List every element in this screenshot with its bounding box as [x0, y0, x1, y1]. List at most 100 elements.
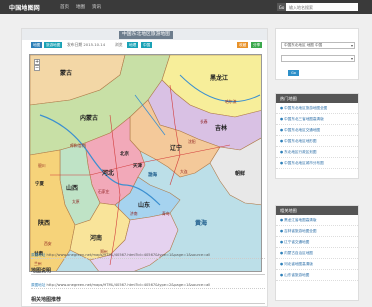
search-button-label: Go: [278, 4, 285, 10]
top-nav: 中国地图网 首页 地图 资讯 Go: [0, 0, 372, 14]
sidebar-link-label: 河北省地图高清版: [284, 262, 313, 266]
zoom-out-button[interactable]: −: [34, 65, 40, 71]
map-label-changchun: 长春: [200, 119, 208, 124]
bullet-icon: ●: [280, 262, 284, 266]
map-label-korea: 朝鲜: [235, 170, 245, 177]
site-logo[interactable]: 中国地图网: [9, 3, 40, 12]
section-heading-description: 地图说明: [31, 267, 265, 275]
map-label-yellow-sea: 黄海: [195, 219, 207, 227]
map-label-hebei: 河北: [102, 169, 114, 177]
sidebar-link-label: 中国东北地区城市分布图: [284, 161, 324, 165]
map-label-bohai: 渤海: [148, 171, 157, 178]
sidebar-link[interactable]: ●辽宁省交通地图: [276, 237, 358, 248]
bullet-icon: ●: [280, 161, 284, 165]
sidebar-link-label: 中国东北三省地图高清版: [284, 117, 324, 121]
share-button[interactable]: 分享: [251, 42, 263, 48]
search-input[interactable]: [286, 3, 358, 11]
sidebar-link[interactable]: ●中国东北地区地形图: [276, 136, 358, 147]
favorite-button[interactable]: 收藏: [237, 42, 249, 48]
sidebar-link[interactable]: ●中国东北地区交通地图: [276, 125, 358, 136]
map-label-henan: 河南: [90, 234, 102, 242]
map-label-shanxi: 山西: [66, 184, 78, 192]
map-label-inner-mongolia: 内蒙古: [80, 114, 98, 122]
map-label-shaanxi: 陕西: [38, 219, 50, 227]
map-label-harbin: 哈尔滨: [225, 99, 237, 104]
search-bar: Go: [277, 3, 358, 11]
sidebar-box-title: 热门地图: [276, 94, 358, 103]
map-label-shijiazhuang: 石家庄: [98, 189, 110, 194]
category-select[interactable]: 中国东北地区 地图 中国: [281, 42, 355, 49]
bullet-icon: ●: [280, 251, 284, 255]
tag-travel-map[interactable]: 旅游地图: [44, 42, 63, 48]
map-label-liaoning: 辽宁: [170, 144, 182, 152]
sidebar-link-label: 中国东北地区旅游地图全图: [284, 106, 328, 110]
sidebar-link-label: 辽宁省交通地图: [284, 240, 310, 244]
article-meta: 地图 旅游地图 发布日期 2015.10.14 浏览 地理 中国 收藏 分享: [31, 42, 263, 50]
sidebar-link-label: 中国东北地区地形图: [284, 139, 317, 143]
bullet-icon: ●: [280, 240, 284, 244]
map-label-yinchuan: 银川: [38, 163, 46, 168]
bullet-icon: ●: [280, 218, 284, 222]
nav-link-news[interactable]: 资讯: [92, 4, 101, 10]
nav-link-home[interactable]: 首页: [60, 4, 69, 10]
map-label-shandong: 山东: [138, 201, 150, 209]
bullet-icon: ●: [280, 229, 284, 233]
sidebar-link-label: 中国东北地区交通地图: [284, 128, 321, 132]
tag-map[interactable]: 地图: [31, 42, 43, 48]
sidebar-link-label: 黑龙江省地图高清版: [284, 218, 317, 222]
map-label-ningxia: 宁夏: [35, 180, 44, 187]
sidebar-link[interactable]: ●中国东北地区旅游地图全图: [276, 103, 358, 114]
sidebar-link[interactable]: ●河北省地图高清版: [276, 259, 358, 270]
map-label-mongolia: 蒙古: [60, 69, 72, 77]
bullet-icon: ●: [280, 106, 284, 110]
sidebar-link-label: 吉林省旅游地图全图: [284, 229, 317, 233]
sidebar-filter: 中国东北地区 地图 中国 Go: [275, 28, 359, 80]
map-image[interactable]: 黑龙江 吉林 辽宁 内蒙古 河北 北京 天津 山东 山西 河南 陕西 宁夏 甘肃…: [29, 54, 262, 272]
map-label-lanzhou: 兰州: [34, 261, 42, 266]
sidebar-link[interactable]: ●黑龙江省地图高清版: [276, 215, 358, 226]
sidebar-link[interactable]: ●东北地区行政区划图: [276, 147, 358, 158]
sidebar-link[interactable]: ●内蒙古自治区地图: [276, 248, 358, 259]
bullet-icon: ●: [280, 139, 284, 143]
map-label-hohhot: 呼和浩特: [70, 143, 85, 148]
title-strip: 中国东北地区旅游地图: [22, 29, 267, 40]
sidebar-link[interactable]: ●中国东北三省地图高清版: [276, 114, 358, 125]
sidebar-link[interactable]: ●吉林省旅游地图全图: [276, 226, 358, 237]
nav-link-maps[interactable]: 地图: [76, 4, 85, 10]
search-button[interactable]: Go: [277, 3, 286, 11]
tag-geography[interactable]: 地理: [127, 42, 139, 48]
sidebar-link-label: 内蒙古自治区地图: [284, 251, 313, 255]
go-button[interactable]: Go: [288, 70, 299, 76]
map-label-jinan: 济南: [130, 211, 138, 216]
sidebar-box-related: 相关地图 ●黑龙江省地图高清版 ●吉林省旅游地图全图 ●辽宁省交通地图 ●内蒙古…: [275, 205, 359, 301]
sidebar-link-label: 东北地区行政区划图: [284, 150, 317, 154]
region-select[interactable]: [281, 55, 355, 62]
map-label-tianjin: 天津: [133, 162, 142, 169]
map-label-shenyang: 沈阳: [188, 139, 196, 144]
map-label-jilin: 吉林: [215, 124, 227, 132]
bullet-icon: ●: [280, 273, 284, 277]
map-label-xian: 西安: [44, 241, 52, 246]
sidebar-link-label: 山东省旅游地图: [284, 273, 310, 277]
page-title: 中国东北地区旅游地图: [119, 31, 173, 39]
sidebar-link[interactable]: ●山东省旅游地图: [276, 270, 358, 281]
map-label-heilongjiang: 黑龙江: [210, 74, 228, 82]
publish-date: 发布日期 2015.10.14: [67, 42, 106, 47]
map-label-dalian: 大连: [180, 169, 188, 174]
source-link-prefix: 原图地址: [31, 253, 46, 257]
bullet-icon: ●: [280, 117, 284, 121]
article-panel: 中国东北地区旅游地图 地图 旅游地图 发布日期 2015.10.14 浏览 地理…: [21, 28, 268, 307]
map-svg: 黑龙江 吉林 辽宁 内蒙古 河北 北京 天津 山东 山西 河南 陕西 宁夏 甘肃…: [30, 55, 261, 271]
source-link-1[interactable]: 原图地址 http://www.onegreen.net/maps/HTML/4…: [31, 252, 265, 259]
source-link-url: http://www.onegreen.net/maps/HTML/40567.…: [46, 283, 211, 287]
bullet-icon: ●: [280, 128, 284, 132]
map-label-beijing: 北京: [120, 150, 129, 157]
source-link-prefix: 原图地址: [31, 283, 46, 287]
sidebar-link[interactable]: ●中国东北地区城市分布图: [276, 158, 358, 169]
source-link-url: http://www.onegreen.net/maps/HTML/40567.…: [46, 253, 211, 257]
sidebar-box-title: 相关地图: [276, 206, 358, 215]
tag-china[interactable]: 中国: [141, 42, 153, 48]
source-link-2[interactable]: 原图地址 http://www.onegreen.net/maps/HTML/4…: [31, 282, 265, 289]
views-label: 浏览: [115, 42, 123, 47]
map-label-taiyuan: 太原: [72, 199, 80, 204]
